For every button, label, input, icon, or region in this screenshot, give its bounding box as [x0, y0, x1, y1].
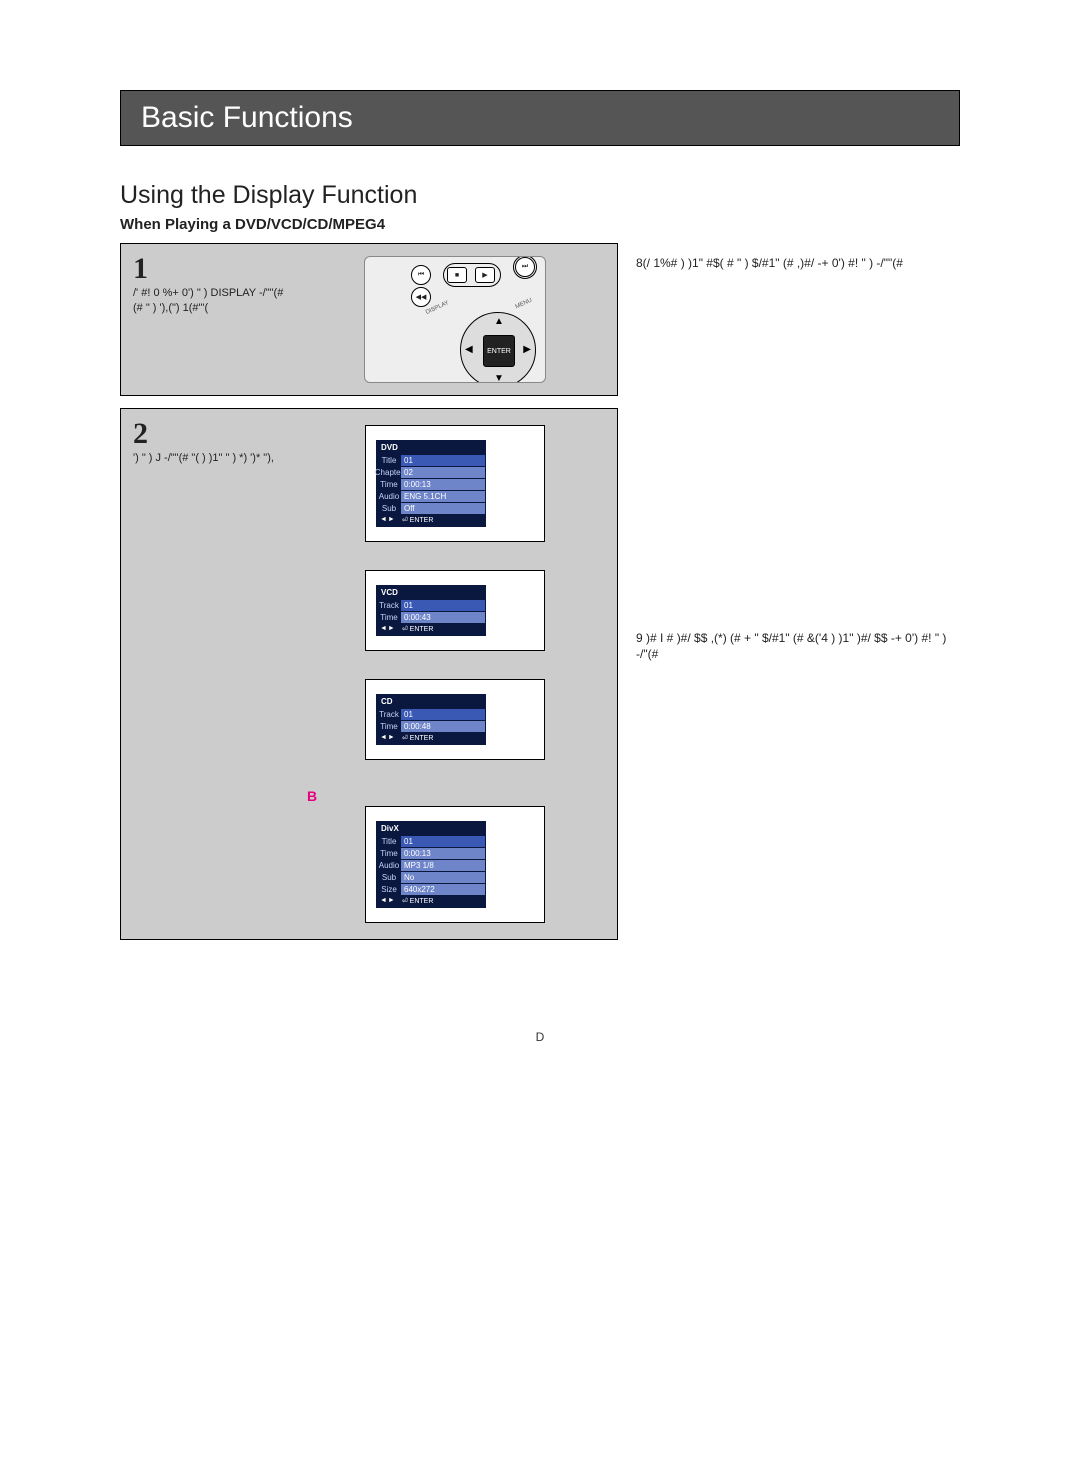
- step-number: 1: [133, 254, 291, 284]
- osd-row-value: MP3 1/8: [401, 860, 485, 871]
- osd-header: DVD: [377, 441, 485, 454]
- osd-row-icon: Title: [377, 455, 401, 466]
- section-title-bar: Basic Functions: [120, 90, 960, 146]
- osd-footer-enter: ⏎ ENTER: [402, 734, 434, 742]
- side-note-2: 9 )# I # )#/ $$ ,(*) (# + " $/#1" (# &('…: [636, 630, 960, 662]
- menu-label: MENU: [515, 298, 534, 311]
- osd-footer-enter: ⏎ ENTER: [402, 516, 434, 524]
- osd-row-value: 01: [401, 709, 485, 720]
- osd-row-icon: Audio: [377, 860, 401, 871]
- enter-button: ENTER: [483, 335, 515, 367]
- osd-row-icon: Size: [377, 884, 401, 895]
- osd-header: CD: [377, 695, 485, 708]
- osd-footer-nav: ◄►: [380, 897, 396, 905]
- osd-row-value: 0:00:13: [401, 848, 485, 859]
- osd-row-icon: Time: [377, 479, 401, 490]
- osd-row-icon: Title: [377, 836, 401, 847]
- osd-footer-nav: ◄►: [380, 625, 396, 633]
- osd-row-value: 01: [401, 600, 485, 611]
- osd-row-icon: Time: [377, 721, 401, 732]
- osd-row-value: 0:00:48: [401, 721, 485, 732]
- osd-row-value: ENG 5.1CH: [401, 491, 485, 502]
- osd-row-icon: Chapter: [377, 467, 401, 478]
- callout-oval: [443, 263, 501, 287]
- osd-row-icon: Track: [377, 600, 401, 611]
- dpad: ▲ ▼ ◀ ▶ ENTER: [460, 312, 536, 383]
- osd-footer-enter: ⏎ ENTER: [402, 625, 434, 633]
- up-arrow-icon: ▲: [494, 316, 504, 327]
- subsection-heading: Using the Display Function: [120, 181, 960, 210]
- osd-row-icon: Track: [377, 709, 401, 720]
- side-note-1: 8(/ 1%# ) )1" #$( # " ) $/#1" (# ,)#/ -+…: [636, 255, 960, 271]
- remote-diagram: ⏮ ■ ▶ ⏭ ◀◀ DISPLAY MENU: [364, 256, 546, 383]
- osd-footer-nav: ◄►: [380, 734, 396, 742]
- osd-screenshot-cd: CD Track01 Time0:00:48 ◄► ⏎ ENTER: [365, 679, 545, 760]
- osd-row-value: 02: [401, 467, 485, 478]
- osd-screenshot-divx: DivX Title01 Time0:00:13 AudioMP3 1/8 Su…: [365, 806, 545, 923]
- osd-footer-enter: ⏎ ENTER: [402, 897, 434, 905]
- osd-row-icon: Sub: [377, 503, 401, 514]
- osd-screenshot-dvd: DVD Title01 Chapter02 Time0:00:13 AudioE…: [365, 425, 545, 542]
- osd-row-value: 01: [401, 455, 485, 466]
- step-number: 2: [133, 419, 291, 449]
- step-1-box: 1 /' #! 0 %+ 0') " ) DISPLAY -/""(# (# "…: [120, 243, 618, 396]
- left-arrow-icon: ◀: [465, 344, 473, 355]
- osd-row-value: 0:00:13: [401, 479, 485, 490]
- osd-header: VCD: [377, 586, 485, 599]
- osd-row-value: No: [401, 872, 485, 883]
- osd-variant-letter: B: [307, 788, 605, 804]
- down-arrow-icon: ▼: [494, 373, 504, 383]
- osd-row-value: 640x272: [401, 884, 485, 895]
- prev-track-icon: ⏮: [411, 265, 431, 285]
- osd-row-value: Off: [401, 503, 485, 514]
- step-description: ') " ) J -/""(# "( ) )1" " ) *) ')* "),: [133, 451, 291, 466]
- osd-row-icon: Time: [377, 848, 401, 859]
- osd-row-value: 01: [401, 836, 485, 847]
- context-line: When Playing a DVD/VCD/CD/MPEG4: [120, 216, 960, 233]
- osd-row-icon: Time: [377, 612, 401, 623]
- step-description: /' #! 0 %+ 0') " ) DISPLAY -/""(# (# " )…: [133, 286, 291, 316]
- section-title: Basic Functions: [141, 101, 939, 135]
- callout-circle: [513, 256, 537, 279]
- step-2-box: 2 ') " ) J -/""(# "( ) )1" " ) *) ')* ")…: [120, 408, 618, 940]
- osd-footer-nav: ◄►: [380, 516, 396, 524]
- osd-row-icon: Sub: [377, 872, 401, 883]
- page-footer: D: [120, 1030, 960, 1044]
- osd-header: DivX: [377, 822, 485, 835]
- osd-row-value: 0:00:43: [401, 612, 485, 623]
- rewind-icon: ◀◀: [411, 287, 431, 307]
- osd-row-icon: Audio: [377, 491, 401, 502]
- osd-screenshot-vcd: VCD Track01 Time0:00:43 ◄► ⏎ ENTER: [365, 570, 545, 651]
- right-arrow-icon: ▶: [523, 344, 531, 355]
